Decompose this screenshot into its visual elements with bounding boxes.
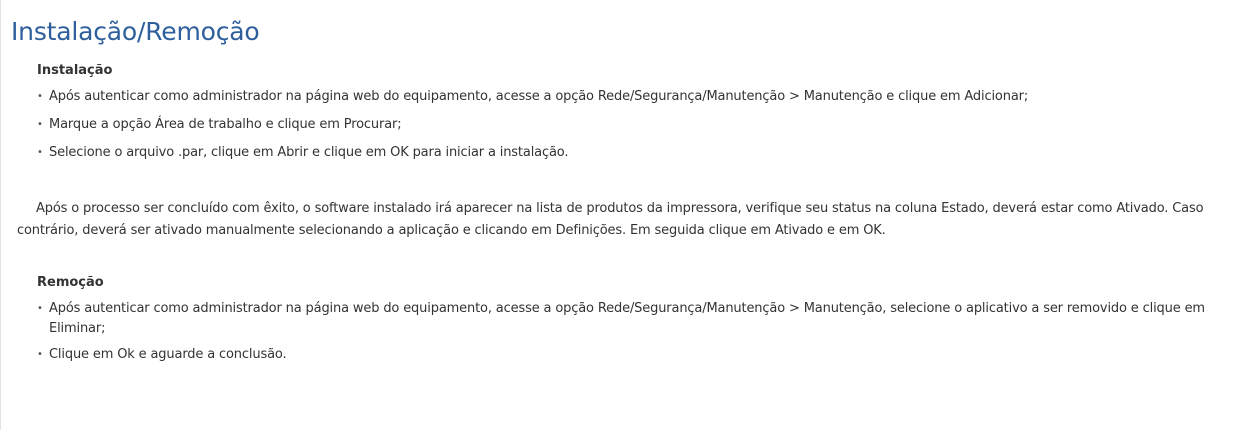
- installation-step-text: Após autenticar como administrador na pá…: [49, 89, 1029, 104]
- installation-step: • Selecione o arquivo .par, clique em Ab…: [37, 143, 1227, 163]
- installation-note: Após o processo ser concluído com êxito,…: [17, 201, 1204, 238]
- removal-step: • Após autenticar como administrador na …: [37, 299, 1227, 339]
- installation-step-text: Selecione o arquivo .par, clique em Abri…: [49, 145, 569, 160]
- bullet-icon: •: [37, 303, 43, 314]
- bullet-icon: •: [37, 349, 43, 360]
- bullet-icon: •: [37, 119, 43, 130]
- installation-heading: Instalação: [37, 63, 113, 78]
- left-border: [0, 0, 1, 430]
- installation-step: • Marque a opção Área de trabalho e cliq…: [37, 115, 1227, 135]
- installation-step-text: Marque a opção Área de trabalho e clique…: [49, 117, 402, 132]
- bullet-icon: •: [37, 91, 43, 102]
- removal-steps-list: • Após autenticar como administrador na …: [37, 299, 1227, 373]
- installation-step: • Após autenticar como administrador na …: [37, 87, 1227, 107]
- page-title: Instalação/Remoção: [11, 17, 260, 46]
- removal-step: • Clique em Ok e aguarde a conclusão.: [37, 345, 1227, 365]
- installation-steps-list: • Após autenticar como administrador na …: [37, 87, 1227, 171]
- bullet-icon: •: [37, 147, 43, 158]
- removal-step-text: Clique em Ok e aguarde a conclusão.: [49, 347, 287, 362]
- removal-heading: Remoção: [37, 275, 104, 290]
- removal-step-text: Após autenticar como administrador na pá…: [49, 301, 1205, 336]
